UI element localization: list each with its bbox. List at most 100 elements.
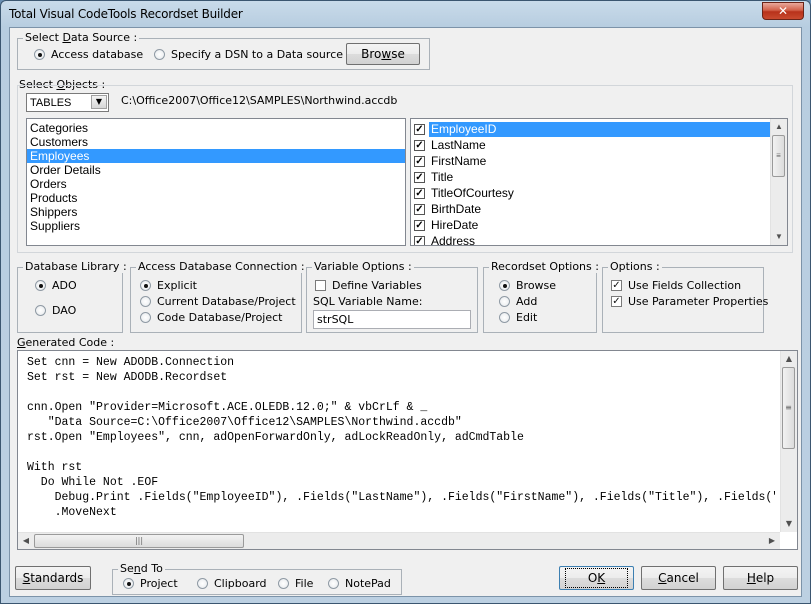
field-list-item[interactable]: ✓ LastName (411, 137, 770, 153)
radio-indicator (140, 296, 151, 307)
checkmark-icon[interactable]: ✓ (414, 219, 425, 231)
fields-listbox[interactable]: ✓ EmployeeID ✓ LastName ✓ FirstName ✓ Title ✓ Tit… (410, 118, 788, 246)
code-line: rst.Open "Employees", cnn, adOpenForward… (27, 431, 524, 444)
checkmark-icon[interactable]: ✓ (414, 203, 425, 215)
checkbox-label: Use Parameter Properties (628, 295, 769, 308)
standards-button[interactable]: Standards (15, 566, 91, 590)
radio-indicator (140, 312, 151, 323)
close-button[interactable]: ✕ (762, 2, 804, 20)
field-list-item[interactable]: ✓ FirstName (411, 153, 770, 169)
table-list-item[interactable]: Orders (27, 177, 405, 191)
database-library-legend: Database Library : (23, 260, 129, 273)
generated-code-box[interactable]: Set cnn = New ADODB.Connection Set rst = … (17, 350, 798, 550)
scroll-right-icon[interactable]: ▶ (764, 533, 780, 549)
table-list-item[interactable]: Products (27, 191, 405, 205)
code-horizontal-scrollbar[interactable]: ◀ ||| ▶ (18, 532, 780, 549)
code-line: Debug.Print .Fields("EmployeeID"), .Fiel… (54, 491, 775, 504)
object-type-dropdown[interactable]: TABLES ▼ (26, 93, 109, 112)
checkmark-icon[interactable]: ✓ (414, 187, 425, 199)
radio-edit[interactable]: Edit (499, 311, 537, 324)
field-list-item[interactable]: ✓ Address (411, 233, 770, 245)
radio-label: Add (516, 295, 538, 308)
ok-button[interactable]: OK (559, 566, 634, 590)
data-source-group: Select Data Source : Access database Spe… (17, 31, 430, 70)
checkmark-icon[interactable]: ✓ (414, 155, 425, 167)
database-path: C:\Office2007\Office12\SAMPLES\Northwind… (121, 94, 398, 107)
radio-send-clipboard[interactable]: Clipboard (197, 577, 267, 590)
field-list-item[interactable]: ✓ BirthDate (411, 201, 770, 217)
table-list-item[interactable]: Order Details (27, 163, 405, 177)
radio-dsn[interactable]: Specify a DSN to a Data source (154, 48, 343, 61)
code-line: Do While Not .EOF (27, 476, 159, 489)
scroll-left-icon[interactable]: ◀ (18, 533, 34, 549)
radio-send-project[interactable]: Project (123, 577, 178, 590)
radio-code-database[interactable]: Code Database/Project (140, 311, 283, 324)
table-list-item[interactable]: Employees (27, 149, 405, 163)
options-group: Options : ✓ Use Fields Collection ✓ Use Pa… (602, 260, 768, 333)
radio-indicator (499, 312, 510, 323)
table-list-item[interactable]: Shippers (27, 205, 405, 219)
scroll-down-icon[interactable]: ▼ (771, 229, 787, 245)
field-list-item[interactable]: ✓ HireDate (411, 217, 770, 233)
checkmark-icon[interactable]: ✓ (414, 171, 425, 183)
use-parameter-properties-checkbox[interactable]: ✓ Use Parameter Properties (611, 295, 768, 308)
checkmark-icon[interactable]: ✓ (414, 139, 425, 151)
chevron-down-icon[interactable]: ▼ (91, 95, 107, 109)
define-variables-checkbox[interactable]: Define Variables (315, 279, 422, 292)
radio-explicit[interactable]: Explicit (140, 279, 197, 292)
code-vertical-scrollbar[interactable]: ▲ ≡ ▼ (780, 351, 797, 532)
radio-browse[interactable]: Browse (499, 279, 556, 292)
checkmark-icon: ✓ (611, 296, 622, 307)
scroll-thumb[interactable]: ||| (34, 534, 244, 548)
sql-variable-input[interactable] (313, 310, 471, 329)
code-line: Set cnn = New ADODB.Connection (27, 356, 235, 369)
cancel-button[interactable]: Cancel (641, 566, 716, 590)
table-list-item[interactable]: Customers (27, 135, 405, 149)
radio-label: Clipboard (214, 577, 267, 590)
tables-listbox[interactable]: Categories Customers Employees Order Detail… (26, 118, 406, 246)
radio-current-database[interactable]: Current Database/Project (140, 295, 296, 308)
radio-add[interactable]: Add (499, 295, 537, 308)
radio-send-file[interactable]: File (278, 577, 313, 590)
scroll-up-icon[interactable]: ▲ (781, 351, 797, 367)
close-icon: ✕ (777, 4, 789, 18)
radio-indicator (35, 280, 46, 291)
checkmark-icon[interactable]: ✓ (414, 235, 425, 245)
code-line: With rst (27, 461, 83, 474)
radio-access-database[interactable]: Access database (34, 48, 143, 61)
radio-label: NotePad (345, 577, 391, 590)
radio-indicator (499, 280, 510, 291)
radio-send-notepad[interactable]: NotePad (328, 577, 391, 590)
fields-scrollbar[interactable]: ▲ ≡ ▼ (770, 119, 787, 245)
use-fields-collection-checkbox[interactable]: ✓ Use Fields Collection (611, 279, 741, 292)
help-button[interactable]: Help (723, 566, 798, 590)
dialog-client-area: Select Data Source : Access database Spe… (9, 27, 802, 597)
radio-label: Specify a DSN to a Data source (171, 48, 344, 61)
code-line: "Data Source=C:\Office2007\Office12\SAMP… (27, 416, 462, 429)
radio-indicator (278, 578, 289, 589)
radio-ado[interactable]: ADO (35, 279, 77, 292)
scroll-thumb[interactable]: ≡ (772, 135, 785, 177)
field-label: FirstName (431, 153, 487, 168)
variable-options-legend: Variable Options : (312, 260, 414, 273)
field-list-item[interactable]: ✓ EmployeeID (411, 121, 770, 137)
scroll-thumb[interactable]: ≡ (782, 367, 795, 449)
radio-label: Code Database/Project (157, 311, 283, 324)
field-label: BirthDate (431, 201, 482, 216)
scroll-up-icon[interactable]: ▲ (771, 119, 787, 135)
database-library-group: Database Library : ADO DAO (17, 260, 129, 333)
field-label: LastName (431, 137, 486, 152)
radio-dao[interactable]: DAO (35, 304, 76, 317)
browse-button[interactable]: Browse (346, 43, 420, 65)
checkmark-icon[interactable]: ✓ (414, 123, 425, 135)
field-list-item[interactable]: ✓ TitleOfCourtesy (411, 185, 770, 201)
table-list-item[interactable]: Categories (27, 121, 405, 135)
code-line: cnn.Open "Provider=Microsoft.ACE.OLEDB.1… (27, 401, 428, 414)
title-bar[interactable]: Total Visual CodeTools Recordset Builder… (1, 1, 810, 27)
scroll-down-icon[interactable]: ▼ (781, 516, 797, 532)
table-list-item[interactable]: Suppliers (27, 219, 405, 233)
radio-label: Current Database/Project (157, 295, 296, 308)
field-list-item[interactable]: ✓ Title (411, 169, 770, 185)
